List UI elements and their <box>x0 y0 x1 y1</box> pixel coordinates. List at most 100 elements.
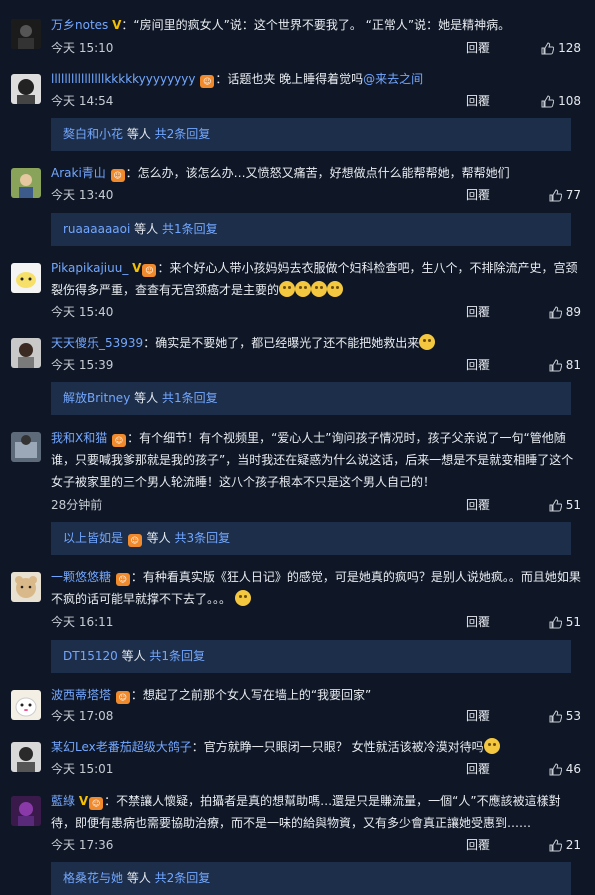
reply-mid: 等人 <box>117 649 150 663</box>
verified-icon: V <box>78 794 89 808</box>
reply-button[interactable]: 回覆 <box>466 759 490 779</box>
reply-button[interactable]: 回覆 <box>466 835 490 855</box>
level-badge-icon: ☺ <box>115 573 130 586</box>
reply-summary[interactable]: ruaaaaaaoi 等人 共1条回复 <box>51 213 571 246</box>
avatar[interactable] <box>11 168 41 198</box>
reply-count-link[interactable]: 共2条回复 <box>155 127 211 141</box>
avatar[interactable] <box>11 19 41 49</box>
reply-button[interactable]: 回覆 <box>466 38 490 58</box>
username[interactable]: 波西蒂塔塔 <box>51 688 111 702</box>
comment-text: ：不禁讓人懷疑，拍攝者是真的想幫助嗎…還是只是賺流量，一個“人”不應該被這樣對待… <box>51 794 561 830</box>
reply-users[interactable]: 格桑花与她 <box>63 871 123 885</box>
timestamp: 今天 17:36 <box>51 838 114 852</box>
thumbs-up-icon <box>549 499 562 512</box>
like-count: 81 <box>565 358 581 372</box>
like-button[interactable]: 46 <box>549 759 581 779</box>
avatar[interactable] <box>11 742 41 772</box>
reply-summary[interactable]: DT15120 等人 共1条回复 <box>51 640 571 673</box>
timestamp: 今天 13:40 <box>51 188 114 202</box>
reply-mid: 等人 <box>142 531 175 545</box>
avatar[interactable] <box>11 338 41 368</box>
timestamp: 今天 16:11 <box>51 615 114 629</box>
reply-count-link[interactable]: 共1条回复 <box>162 391 218 405</box>
thumbs-up-icon <box>549 763 562 776</box>
crying-emoji-icon <box>311 281 328 297</box>
like-button[interactable]: 51 <box>549 495 581 515</box>
level-badge-icon: ☺ <box>112 434 127 447</box>
username[interactable]: 万乡notes <box>51 18 108 32</box>
like-count: 128 <box>558 41 581 55</box>
reply-count-link[interactable]: 共1条回复 <box>149 649 205 663</box>
reply-summary[interactable]: 以上皆如是 ☺ 等人 共3条回复 <box>51 522 571 555</box>
username[interactable]: Araki青山 <box>51 166 106 180</box>
reply-button[interactable]: 回覆 <box>466 91 490 111</box>
smile-emoji-icon <box>483 738 500 754</box>
like-count: 21 <box>565 838 581 852</box>
reply-button[interactable]: 回覆 <box>466 185 490 205</box>
timestamp: 今天 15:10 <box>51 41 114 55</box>
avatar[interactable] <box>11 432 41 462</box>
timestamp: 今天 14:54 <box>51 94 114 108</box>
username[interactable]: llllllllllllllllkkkkkyyyyyyyy <box>51 72 195 86</box>
reply-button[interactable]: 回覆 <box>466 706 490 726</box>
comment-text: ：有个细节！有个视频里，“爱心人士”询问孩子情况时，孩子父亲说了一句“管他随谁，… <box>51 431 574 489</box>
like-count: 53 <box>565 709 581 723</box>
thumbs-up-icon <box>541 42 555 55</box>
like-button[interactable]: 128 <box>541 38 581 58</box>
avatar[interactable] <box>11 796 41 826</box>
level-badge-icon: ☺ <box>142 264 157 277</box>
username[interactable]: 某幻Lex老番茄超级大鸽子 <box>51 740 192 754</box>
verified-icon: V <box>132 261 142 275</box>
like-button[interactable]: 108 <box>541 91 581 111</box>
reply-users[interactable]: 以上皆如是 <box>63 531 123 545</box>
reply-users[interactable]: 解放Britney <box>63 391 130 405</box>
reply-count-link[interactable]: 共1条回复 <box>162 222 218 236</box>
avatar[interactable] <box>11 263 41 293</box>
reply-summary[interactable]: 獒白和小花 等人 共2条回复 <box>51 118 571 151</box>
reply-count-link[interactable]: 共3条回复 <box>174 531 230 545</box>
like-button[interactable]: 89 <box>549 302 581 322</box>
username[interactable]: 我和X和猫 <box>51 431 107 445</box>
reply-button[interactable]: 回覆 <box>466 495 490 515</box>
like-button[interactable]: 81 <box>549 355 581 375</box>
like-button[interactable]: 21 <box>549 835 581 855</box>
like-count: 108 <box>558 94 581 108</box>
sad-emoji-icon <box>234 590 251 606</box>
comment-text: ：确实是不要她了，都已经曝光了还不能把她救出来 <box>143 336 420 350</box>
crying-emoji-icon <box>327 281 344 297</box>
timestamp: 28分钟前 <box>51 498 103 512</box>
like-button[interactable]: 77 <box>549 185 581 205</box>
like-count: 51 <box>565 498 581 512</box>
like-button[interactable]: 53 <box>549 706 581 726</box>
like-count: 51 <box>565 615 581 629</box>
reply-button[interactable]: 回覆 <box>466 302 490 322</box>
timestamp: 今天 15:39 <box>51 358 114 372</box>
reply-summary[interactable]: 格桑花与她 等人 共2条回复 <box>51 862 571 895</box>
username[interactable]: 一颗悠悠糖 <box>51 570 111 584</box>
like-button[interactable]: 51 <box>549 612 581 632</box>
comment-text: ：有种看真实版《狂人日记》的感觉，可是她真的疯吗？是别人说她疯。。而且她如果不疯… <box>51 570 581 606</box>
reply-users[interactable]: ruaaaaaaoi <box>63 222 130 236</box>
thumbs-up-icon <box>541 95 555 108</box>
username[interactable]: 藍綠 <box>51 794 75 808</box>
reply-button[interactable]: 回覆 <box>466 612 490 632</box>
reply-mid: 等人 <box>123 127 155 141</box>
sad-emoji-icon <box>419 334 436 350</box>
avatar[interactable] <box>11 572 41 602</box>
username[interactable]: Pikapikajiuu_ <box>51 261 128 275</box>
reply-mid: 等人 <box>130 222 162 236</box>
crying-emoji-icon <box>295 281 312 297</box>
comment-text: ：想起了之前那个女人写在墙上的“我要回家” <box>130 688 372 702</box>
reply-users[interactable]: DT15120 <box>63 649 118 663</box>
reply-button[interactable]: 回覆 <box>466 355 490 375</box>
reply-count-link[interactable]: 共2条回复 <box>155 871 211 885</box>
avatar[interactable] <box>11 74 41 104</box>
mention-link[interactable]: @来去之间 <box>363 72 423 86</box>
timestamp: 今天 15:40 <box>51 305 114 319</box>
username[interactable]: 天天傻乐_53939 <box>51 336 143 350</box>
avatar[interactable] <box>11 690 41 720</box>
comment-text: ：官方就睁一只眼闭一只眼？ 女性就活该被冷漠对待吗 <box>191 740 484 754</box>
reply-users[interactable]: 獒白和小花 <box>63 127 123 141</box>
reply-summary[interactable]: 解放Britney 等人 共1条回复 <box>51 382 571 415</box>
like-count: 89 <box>565 305 581 319</box>
